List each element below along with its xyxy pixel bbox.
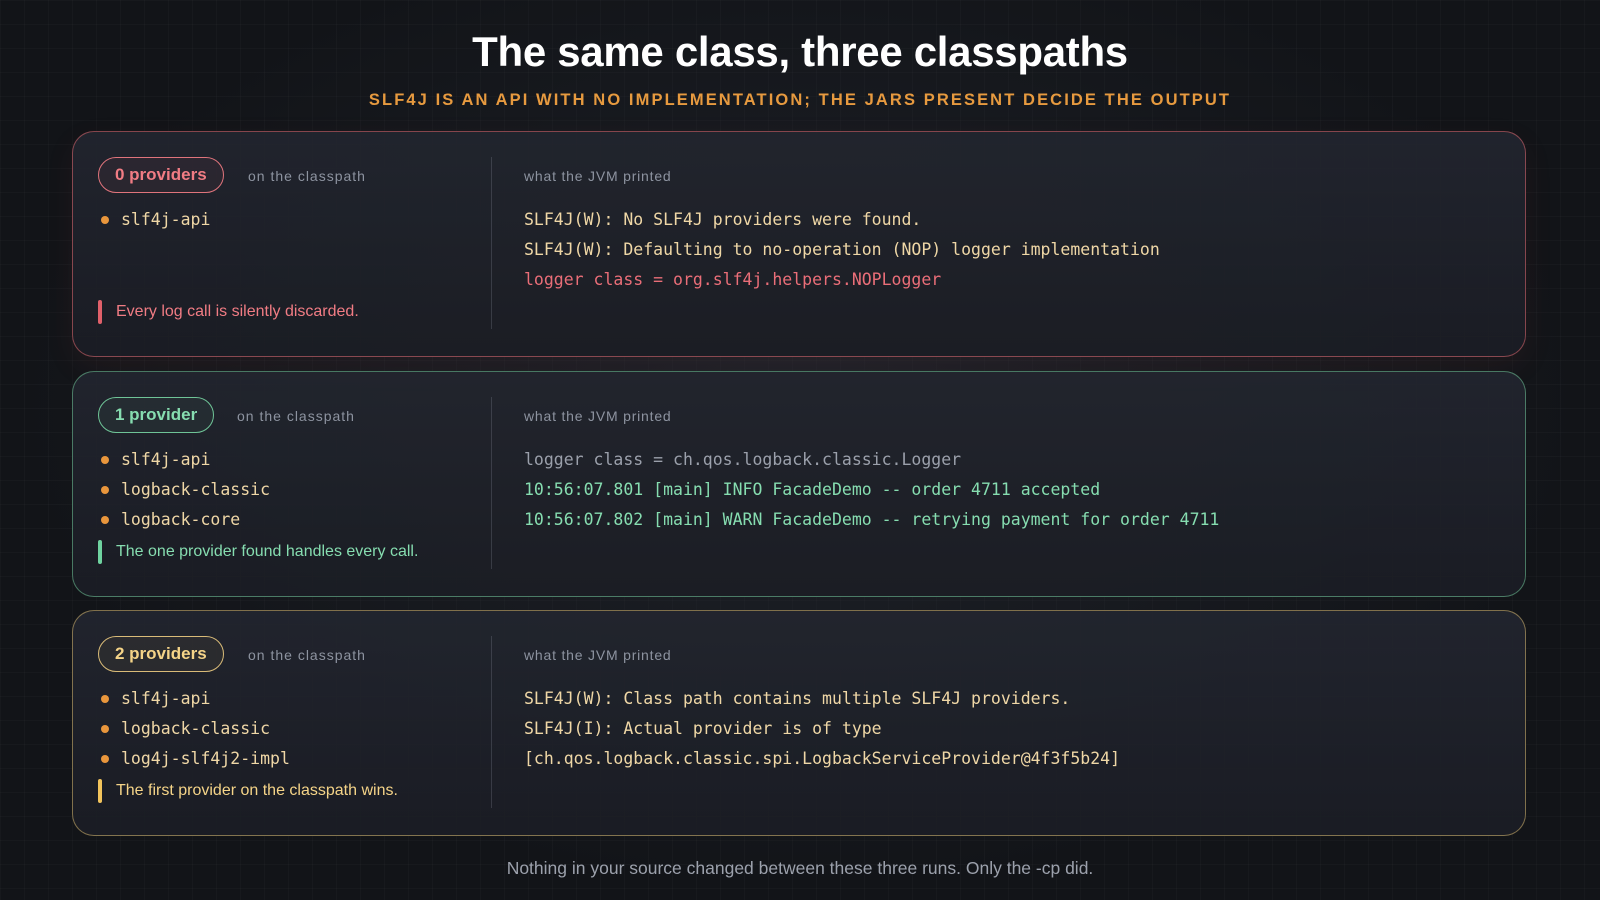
- note-text: The one provider found handles every cal…: [116, 543, 419, 560]
- page-subtitle: SLF4J IS AN API WITH NO IMPLEMENTATION; …: [368, 91, 1232, 109]
- column-divider: [491, 636, 492, 808]
- jvm-output: SLF4J(W): Class path contains multiple S…: [524, 684, 1120, 774]
- bullet-dot-icon: [101, 725, 109, 733]
- output-line: SLF4J(I): Actual provider is of type: [524, 719, 882, 738]
- bullet-dot-icon: [101, 695, 109, 703]
- output-line: SLF4J(W): No SLF4J providers were found.: [524, 210, 922, 229]
- output-line: [ch.qos.logback.classic.spi.LogbackServi…: [524, 749, 1121, 768]
- jvm-output: logger class = ch.qos.logback.classic.Lo…: [524, 445, 1219, 535]
- jar-item: slf4j-api: [101, 445, 270, 475]
- note-text: The first provider on the classpath wins…: [116, 782, 398, 799]
- jar-item: logback-classic: [101, 714, 290, 744]
- jar-item: logback-core: [101, 505, 270, 535]
- panel-note: The first provider on the classpath wins…: [98, 779, 398, 803]
- output-line: SLF4J(W): Defaulting to no-operation (NO…: [524, 240, 1160, 259]
- jar-list: slf4j-api logback-classic logback-core: [101, 445, 270, 535]
- jar-name: logback-classic: [121, 480, 271, 499]
- jar-name: logback-core: [121, 510, 241, 529]
- jar-item: log4j-slf4j2-impl: [101, 744, 290, 774]
- printed-label: what the JVM printed: [524, 647, 672, 663]
- printed-label: what the JVM printed: [524, 168, 672, 184]
- provider-count-badge: 2 providers: [98, 636, 224, 672]
- jar-item: slf4j-api: [101, 205, 210, 235]
- classpath-label: on the classpath: [237, 408, 355, 424]
- panel-note: The one provider found handles every cal…: [98, 540, 418, 564]
- bullet-dot-icon: [101, 216, 109, 224]
- panel-one-provider: 1 provider on the classpath slf4j-api lo…: [72, 371, 1526, 597]
- output-line: SLF4J(W): Class path contains multiple S…: [524, 689, 1071, 708]
- panel-zero-providers: 0 providers on the classpath slf4j-api E…: [72, 131, 1526, 357]
- output-line: logger class = org.slf4j.helpers.NOPLogg…: [524, 270, 942, 289]
- provider-count-badge: 1 provider: [98, 397, 215, 433]
- printed-label: what the JVM printed: [524, 408, 672, 424]
- classpath-label: on the classpath: [248, 647, 366, 663]
- jar-name: logback-classic: [121, 719, 271, 738]
- output-line: 10:56:07.802 [main] WARN FacadeDemo -- r…: [524, 510, 1220, 529]
- note-accent-bar: [98, 540, 102, 564]
- column-divider: [491, 157, 492, 329]
- jar-item: logback-classic: [101, 475, 270, 505]
- jar-name: slf4j-api: [121, 689, 211, 708]
- bullet-dot-icon: [101, 755, 109, 763]
- jvm-output: SLF4J(W): No SLF4J providers were found.…: [524, 205, 1160, 295]
- page-title: The same class, three classpaths: [472, 28, 1128, 75]
- bullet-dot-icon: [101, 516, 109, 524]
- jar-name: log4j-slf4j2-impl: [121, 749, 290, 768]
- panel-note: Every log call is silently discarded.: [98, 300, 359, 324]
- bullet-dot-icon: [101, 486, 109, 494]
- jar-name: slf4j-api: [121, 210, 211, 229]
- jar-list: slf4j-api logback-classic log4j-slf4j2-i…: [101, 684, 290, 774]
- output-line: 10:56:07.801 [main] INFO FacadeDemo -- o…: [524, 480, 1101, 499]
- jar-item: slf4j-api: [101, 684, 290, 714]
- panel-two-providers: 2 providers on the classpath slf4j-api l…: [72, 610, 1526, 836]
- footer-caption: Nothing in your source changed between t…: [506, 858, 1094, 878]
- jar-list: slf4j-api: [101, 205, 210, 235]
- classpath-label: on the classpath: [248, 168, 366, 184]
- provider-count-badge: 0 providers: [98, 157, 224, 193]
- bullet-dot-icon: [101, 456, 109, 464]
- note-text: Every log call is silently discarded.: [116, 303, 359, 320]
- jar-name: slf4j-api: [121, 450, 211, 469]
- note-accent-bar: [98, 300, 102, 324]
- column-divider: [491, 397, 492, 569]
- output-line: logger class = ch.qos.logback.classic.Lo…: [524, 450, 962, 469]
- note-accent-bar: [98, 779, 102, 803]
